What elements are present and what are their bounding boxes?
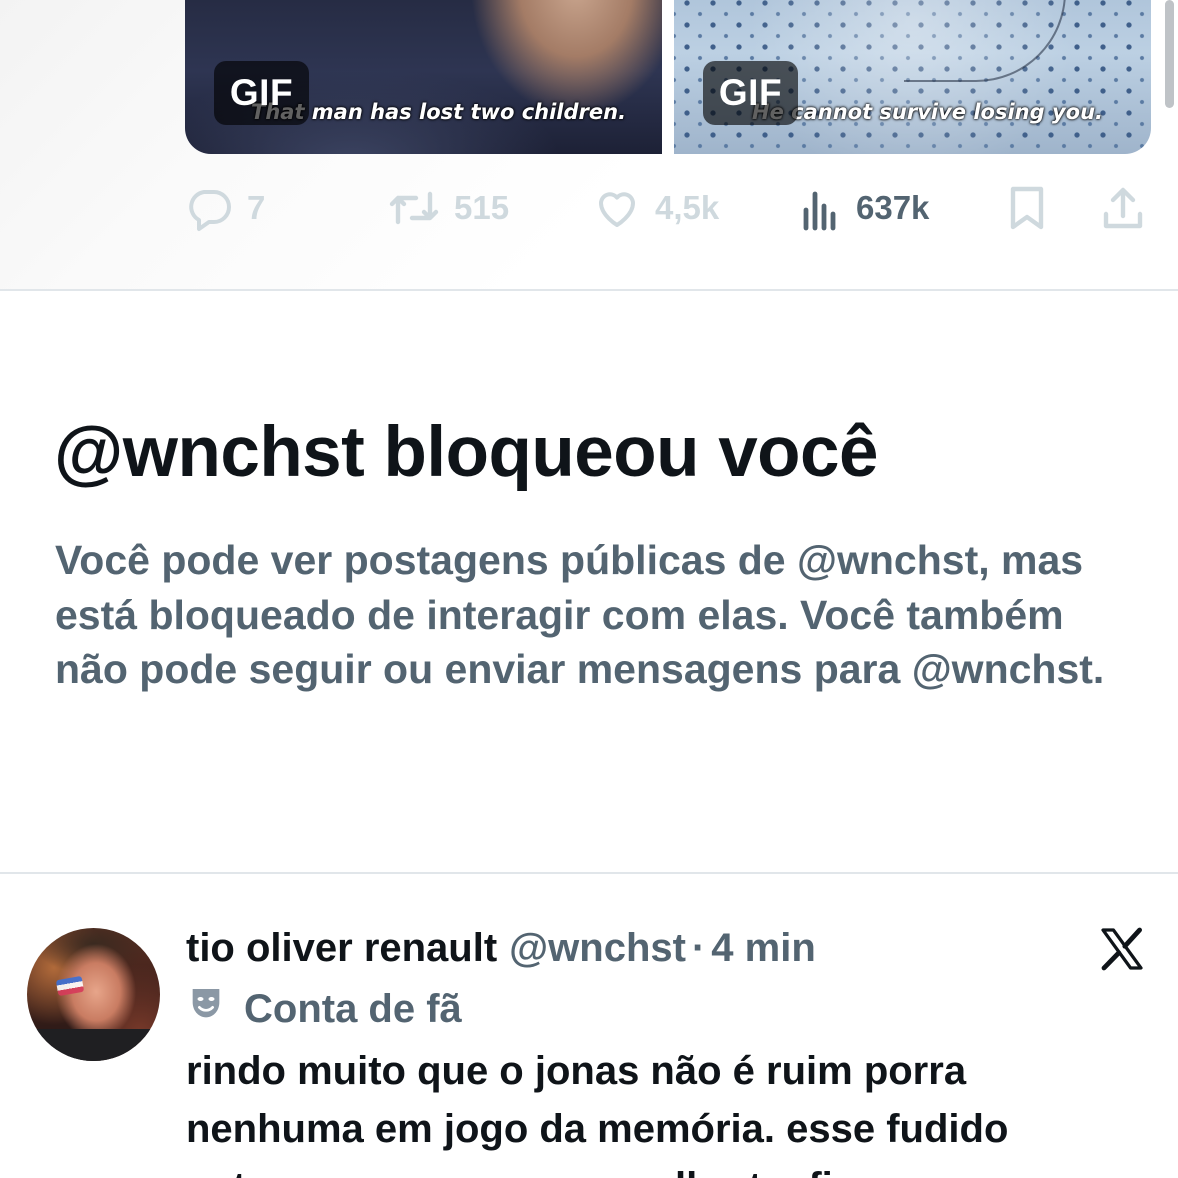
tweet-text: rindo muito que o jonas não é ruim porra… (186, 1049, 1009, 1178)
user-handle[interactable]: @wnchst (509, 926, 686, 971)
account-label-text: Conta de fã (244, 986, 462, 1031)
share-button[interactable] (1100, 180, 1146, 236)
bookmark-icon (1005, 184, 1049, 232)
gif-badge: GIF (703, 61, 798, 125)
gif-caption: He cannot survive losing you. (752, 100, 1104, 124)
separator-dot: · (691, 925, 706, 970)
account-label: Conta de fã (186, 983, 462, 1035)
bookmark-button[interactable] (1005, 180, 1049, 236)
block-notice-body: Você pode ver postagens públicas de @wnc… (55, 537, 1105, 692)
view-count: 637k (856, 189, 930, 226)
like-count: 4,5k (655, 189, 720, 226)
share-icon (1100, 184, 1146, 232)
like-icon (593, 184, 641, 232)
reply-count: 7 (247, 189, 266, 226)
tweet-timestamp[interactable]: 4 min (711, 926, 815, 971)
views-button[interactable]: 637k (802, 180, 929, 236)
theater-masks-icon (186, 984, 226, 1034)
avatar[interactable] (27, 928, 160, 1061)
reply-icon (185, 184, 233, 232)
tweet-action-bar: 7 515 4,5k 637k (185, 180, 1151, 236)
display-name[interactable]: tio oliver renault (186, 926, 497, 971)
gif-badge: GIF (214, 61, 309, 125)
divider (0, 289, 1178, 291)
media-grid: That man has lost two children. GIF He c… (185, 0, 1151, 154)
like-button[interactable]: 4,5k (593, 180, 719, 236)
previous-tweet: That man has lost two children. GIF He c… (0, 0, 1178, 290)
reply-button[interactable]: 7 (185, 180, 265, 236)
tweet-header: tio oliver renault @wnchst · 4 min (186, 920, 816, 976)
gif-media-2[interactable]: He cannot survive losing you. GIF (674, 0, 1151, 154)
gif-media-1[interactable]: That man has lost two children. GIF (185, 0, 662, 154)
views-icon (802, 184, 842, 232)
retweet-button[interactable]: 515 (388, 180, 509, 236)
retweet-count: 515 (454, 189, 510, 226)
x-logo-icon (1098, 925, 1146, 973)
retweet-icon (388, 184, 440, 232)
block-notice-title: @wnchst bloqueou você (54, 413, 879, 492)
divider (0, 872, 1178, 874)
scrollbar[interactable] (1165, 0, 1174, 108)
